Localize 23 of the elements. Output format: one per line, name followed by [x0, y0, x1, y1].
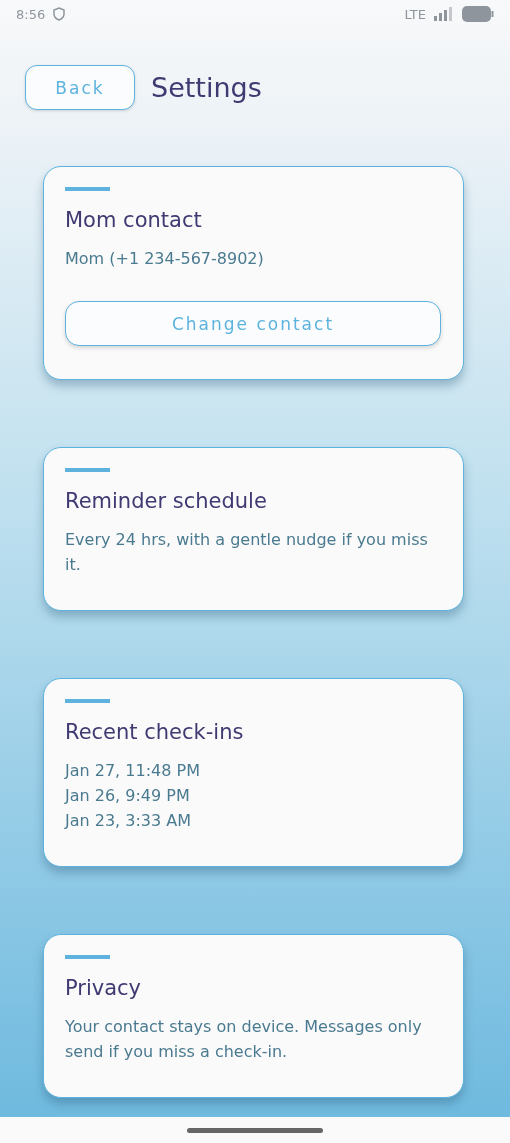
card-title: Reminder schedule: [65, 489, 268, 513]
card-title: Privacy: [65, 976, 143, 1000]
check-in-time: Jan 23, 3:33 AM: [65, 810, 193, 832]
card-text: Your contact stays on device. Messages only send if you miss a check-in.: [65, 1016, 423, 1063]
battery-icon: [462, 6, 494, 22]
accent-bar: [65, 468, 110, 472]
back-button[interactable]: Back: [25, 65, 135, 110]
home-indicator[interactable]: [187, 1127, 323, 1133]
network-label: LTE: [404, 6, 426, 22]
card-title: Mom contact: [65, 208, 203, 232]
change-contact-button[interactable]: Change contact: [65, 301, 441, 346]
accent-bar: [65, 699, 110, 703]
contact-text: Mom (+1 234-567-8902): [65, 248, 265, 270]
accent-bar: [65, 955, 110, 959]
card-text: Every 24 hrs, with a gentle nudge if you miss it.: [65, 529, 429, 576]
page-title: Settings: [151, 72, 262, 103]
check-in-time: Jan 26, 9:49 PM: [65, 785, 191, 807]
card-title: Recent check-ins: [65, 720, 245, 744]
check-in-time: Jan 27, 11:48 PM: [65, 760, 201, 782]
status-time: 8:56: [16, 6, 46, 22]
shield-icon: [53, 7, 66, 21]
signal-icon: [434, 7, 454, 21]
accent-bar: [65, 187, 110, 191]
